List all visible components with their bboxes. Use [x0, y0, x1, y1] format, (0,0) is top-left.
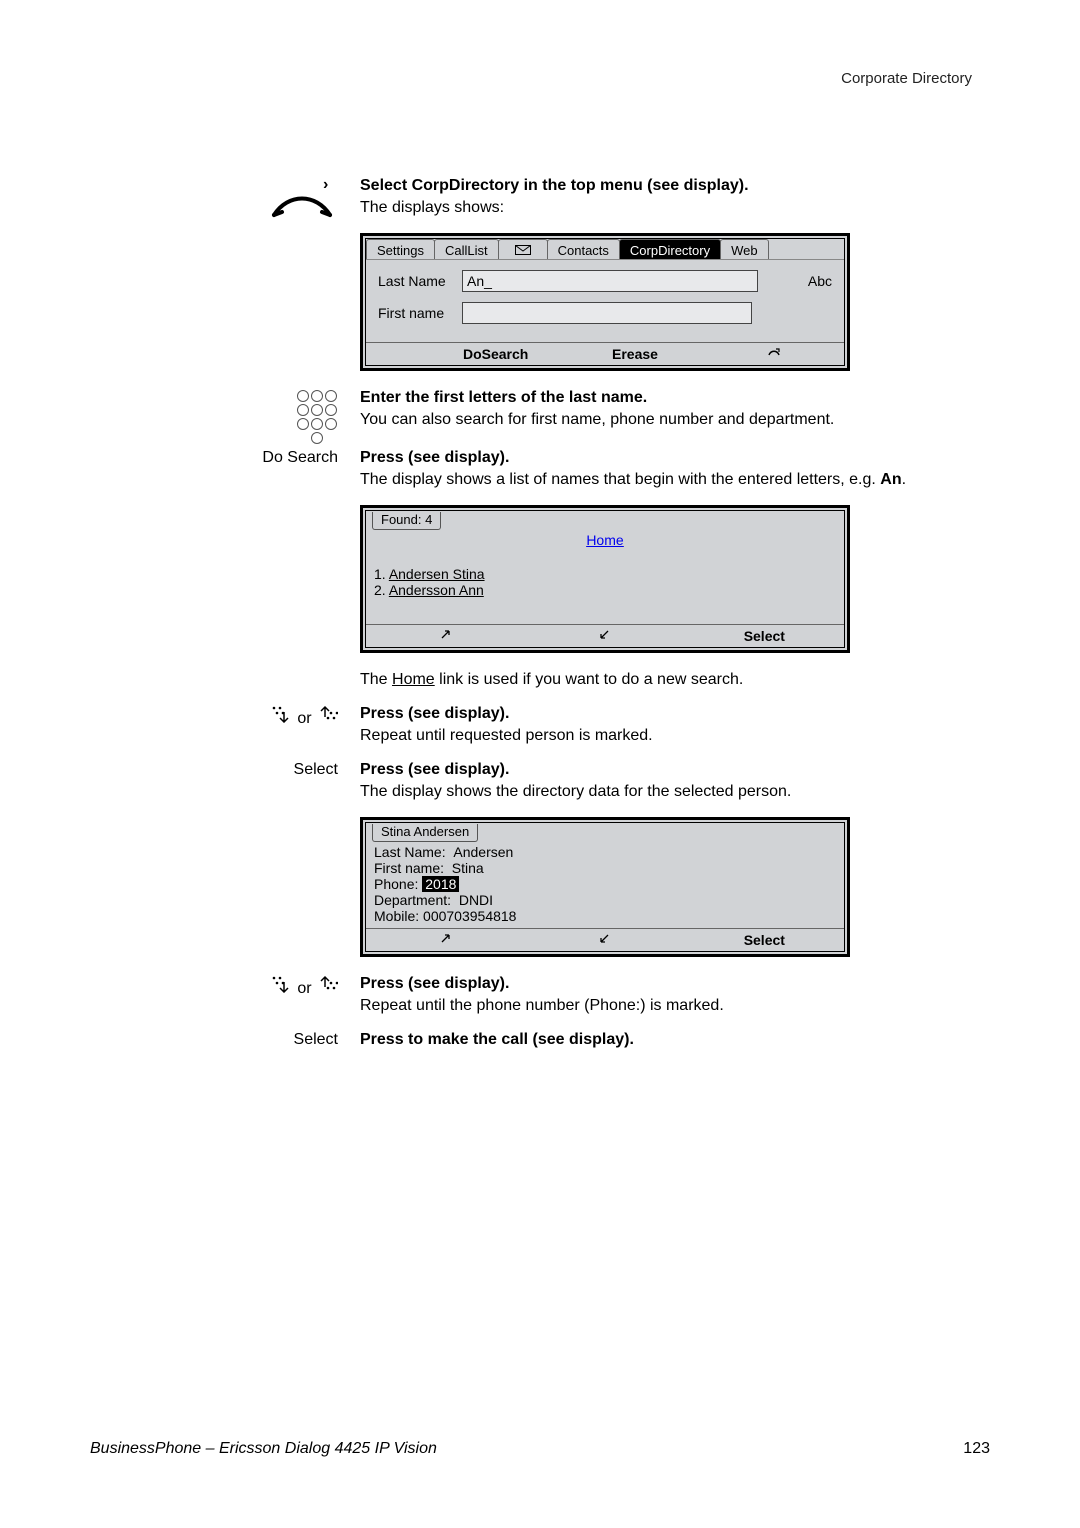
step2-title: Enter the first letters of the last name… — [360, 389, 990, 407]
softkey-dosearch[interactable]: DoSearch — [426, 346, 565, 362]
step6-title: Press (see display). — [360, 975, 990, 993]
step4-title: Press (see display). — [360, 705, 990, 723]
svg-text:›: › — [323, 177, 328, 193]
step3-title: Press (see display). — [360, 449, 990, 467]
step7-label: Select — [294, 1031, 338, 1048]
step3-label: Do Search — [262, 449, 338, 466]
list-item[interactable]: 2. Andersson Ann — [374, 582, 836, 598]
step4-desc: Repeat until requested person is marked. — [360, 727, 990, 745]
phone-highlight[interactable]: 2018 — [422, 876, 459, 892]
step5-desc: The display shows the directory data for… — [360, 783, 990, 801]
keypad-icon — [296, 389, 338, 445]
footer-title: BusinessPhone – Ericsson Dialog 4425 IP … — [90, 1440, 437, 1458]
step5-title: Press (see display). — [360, 761, 990, 779]
step1-desc: The displays shows: — [360, 199, 990, 217]
softkey-up-icon[interactable] — [366, 933, 525, 948]
or-text: or — [297, 710, 316, 727]
first-name-label: First name — [378, 305, 462, 321]
step5-label: Select — [294, 761, 338, 778]
last-name-label: Last Name — [378, 273, 462, 289]
home-link[interactable]: Home — [586, 532, 623, 548]
softkey-up-icon[interactable] — [366, 629, 525, 644]
or-text: or — [297, 980, 316, 997]
handset-icon: › — [268, 177, 338, 228]
nav-up-icon — [316, 710, 338, 727]
tab-messages[interactable] — [498, 239, 548, 259]
screen-search: Settings CallList Contacts CorpDirec — [360, 233, 850, 371]
nav-down-icon — [271, 710, 297, 727]
tabbar: Settings CallList Contacts CorpDirec — [366, 239, 844, 260]
last-name-input[interactable]: An_ — [462, 270, 758, 292]
screen-results: Found: 4 Home 1. Andersen Stina 2. Ander… — [360, 505, 850, 653]
nav-up-icon — [316, 980, 338, 997]
screen-detail: Stina Andersen Last Name: Andersen First… — [360, 817, 850, 957]
tab-calllist[interactable]: CallList — [434, 239, 499, 259]
detail-body: Last Name: Andersen First name: Stina Ph… — [366, 842, 844, 928]
step3-desc: The display shows a list of names that b… — [360, 471, 990, 489]
page-number: 123 — [963, 1440, 990, 1458]
envelope-icon — [515, 243, 531, 258]
tab-contacts[interactable]: Contacts — [547, 239, 620, 259]
softkey-select[interactable]: Select — [685, 628, 844, 644]
running-head: Corporate Directory — [90, 70, 972, 87]
tab-settings[interactable]: Settings — [366, 239, 435, 259]
input-mode: Abc — [808, 273, 832, 289]
step6-desc: Repeat until the phone number (Phone:) i… — [360, 997, 990, 1015]
softkey-erease[interactable]: Erease — [565, 346, 704, 362]
step2-desc: You can also search for first name, phon… — [360, 411, 990, 429]
step1-title: Select CorpDirectory in the top menu (se… — [360, 177, 990, 195]
softkey-down-icon[interactable] — [525, 933, 684, 948]
home-note: The Home link is used if you want to do … — [360, 671, 990, 689]
softkey-bar: DoSearch Erease — [366, 342, 844, 365]
results-title: Found: 4 — [372, 512, 441, 530]
list-item[interactable]: 1. Andersen Stina — [374, 566, 836, 582]
softkey-call-icon[interactable] — [705, 347, 844, 362]
softkey-select[interactable]: Select — [685, 932, 844, 948]
softkey-down-icon[interactable] — [525, 629, 684, 644]
nav-down-icon — [271, 980, 297, 997]
tab-corpdirectory[interactable]: CorpDirectory — [619, 239, 721, 259]
detail-title: Stina Andersen — [372, 824, 478, 842]
step7-title: Press to make the call (see display). — [360, 1031, 990, 1049]
tab-web[interactable]: Web — [720, 239, 769, 259]
first-name-input[interactable] — [462, 302, 752, 324]
